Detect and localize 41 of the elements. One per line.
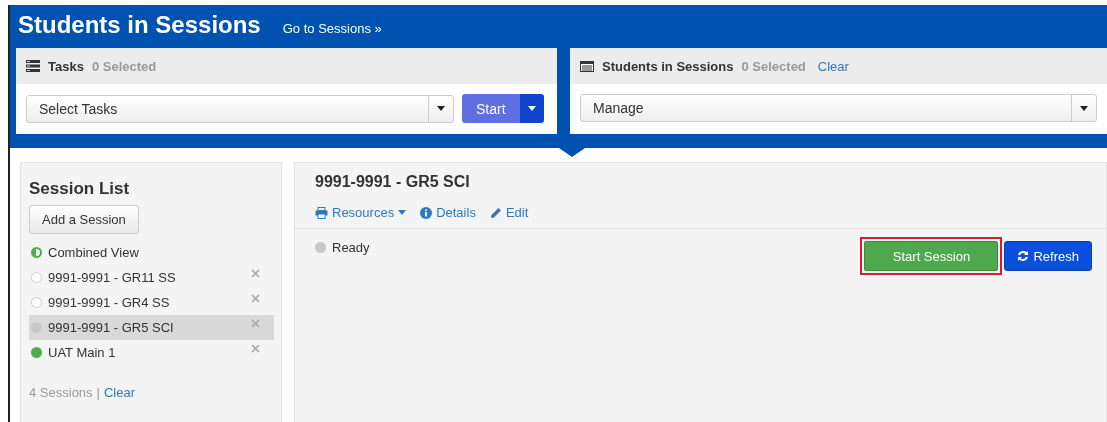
panel-title: Tasks	[48, 58, 84, 74]
sidebar-title: Session List	[29, 179, 131, 199]
close-icon[interactable]	[251, 269, 260, 278]
session-item[interactable]: Combined View	[29, 240, 274, 265]
clear-link[interactable]: Clear	[817, 58, 849, 74]
selected-count: 0 Selected	[741, 58, 806, 74]
list-icon	[26, 60, 40, 72]
close-icon[interactable]	[251, 344, 260, 353]
clear-link[interactable]: Clear	[104, 385, 136, 400]
details-link[interactable]: Details	[420, 205, 476, 220]
printer-icon	[315, 206, 328, 219]
panel-title: Students in Sessions	[602, 58, 734, 74]
close-icon[interactable]	[251, 319, 260, 328]
refresh-icon	[1017, 250, 1030, 262]
info-icon	[420, 206, 433, 219]
caret-icon	[437, 106, 445, 111]
separator: |	[96, 385, 100, 400]
session-title: 9991-9991 - GR5 SCI	[315, 173, 471, 191]
tasks-select[interactable]: Select Tasks	[26, 94, 454, 123]
session-item[interactable]: UAT Main 1	[29, 340, 274, 365]
session-count: 4 Sessions	[29, 385, 93, 400]
edit-link[interactable]: Edit	[489, 205, 529, 220]
status-label: Ready	[332, 239, 370, 255]
pencil-icon	[489, 206, 502, 219]
close-icon[interactable]	[251, 294, 260, 303]
session-item[interactable]: 9991-9991 - GR11 SS	[29, 265, 274, 290]
session-item[interactable]: 9991-9991 - GR4 SS	[29, 290, 274, 315]
session-item[interactable]: 9991-9991 - GR5 SCI	[29, 315, 274, 340]
resources-link[interactable]: Resources	[315, 205, 407, 220]
caret-icon	[398, 210, 407, 215]
manage-select[interactable]: Manage	[580, 94, 1097, 122]
go-to-sessions-link[interactable]: Go to Sessions »	[282, 21, 382, 36]
add-session-button[interactable]: Add a Session	[29, 205, 139, 234]
start-button[interactable]: Start	[462, 94, 520, 123]
page-title: Students in Sessions	[18, 10, 261, 40]
selected-count: 0 Selected	[91, 58, 157, 74]
refresh-button[interactable]: Refresh	[1004, 241, 1092, 271]
caret-icon	[527, 106, 536, 111]
start-dropdown-button[interactable]	[519, 94, 544, 123]
caret-icon	[1080, 105, 1088, 111]
table-icon	[580, 60, 594, 72]
